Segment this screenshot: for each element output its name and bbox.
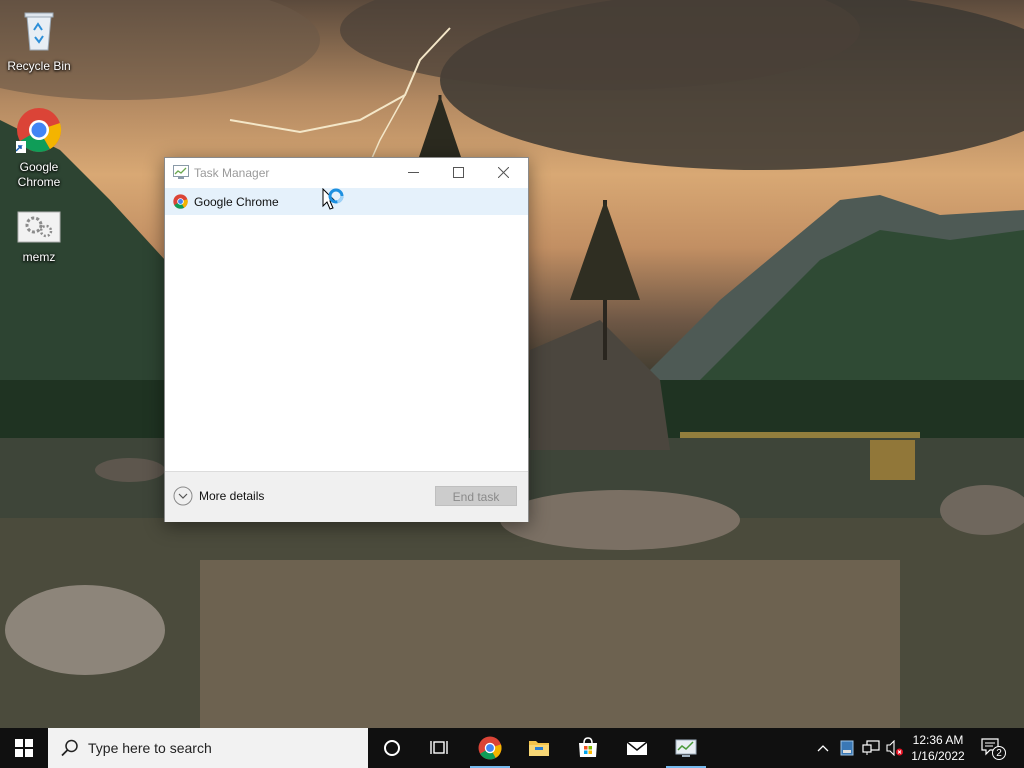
window-title: Task Manager xyxy=(194,166,270,180)
network-icon xyxy=(862,740,880,755)
desktop-icon-label: memz xyxy=(22,250,56,264)
chevron-up-icon xyxy=(817,745,829,752)
windows-logo-icon xyxy=(15,739,33,757)
network-button[interactable] xyxy=(860,728,882,768)
tray-app-icon xyxy=(840,740,854,756)
start-button[interactable] xyxy=(0,728,48,768)
store-icon xyxy=(579,737,597,757)
desktop-icon-label: Recycle Bin xyxy=(7,59,71,73)
task-view-icon xyxy=(430,741,448,754)
search-placeholder: Type here to search xyxy=(88,740,212,756)
desktop-icon-recycle-bin[interactable]: Recycle Bin xyxy=(1,8,77,74)
clock[interactable]: 12:36 AM 1/16/2022 xyxy=(904,732,972,764)
process-name: Google Chrome xyxy=(194,195,279,209)
maximize-button[interactable] xyxy=(436,158,481,186)
process-row[interactable]: Google Chrome xyxy=(165,188,528,215)
mail-button[interactable] xyxy=(613,728,661,768)
taskbar: Type here to search 12:36 AM 1/16/2022 2 xyxy=(0,728,1024,768)
close-button[interactable] xyxy=(481,158,526,186)
title-bar[interactable]: Task Manager xyxy=(165,158,528,186)
task-view-button[interactable] xyxy=(416,728,464,768)
desktop-icon-memz[interactable]: memz xyxy=(1,211,77,265)
tray-overflow-button[interactable] xyxy=(812,728,834,768)
volume-button[interactable] xyxy=(884,728,906,768)
tray-app-button[interactable] xyxy=(836,728,858,768)
footer-bar: More details End task xyxy=(165,471,528,522)
task-manager-icon xyxy=(675,739,697,757)
search-box[interactable]: Type here to search xyxy=(48,728,368,768)
taskbar-task-manager-button[interactable] xyxy=(662,728,710,768)
desktop-icon-google-chrome[interactable]: Google Chrome xyxy=(1,107,77,190)
chrome-icon xyxy=(173,194,188,212)
file-explorer-button[interactable] xyxy=(515,728,563,768)
chevron-down-icon xyxy=(173,486,193,506)
clock-time: 12:36 AM xyxy=(912,733,964,747)
recycle-bin-icon xyxy=(1,8,77,56)
cortana-button[interactable] xyxy=(368,728,416,768)
chrome-icon xyxy=(1,107,77,157)
task-manager-icon xyxy=(173,165,189,182)
end-task-button[interactable]: End task xyxy=(435,486,517,506)
mouse-cursor-busy-icon xyxy=(322,187,346,219)
file-explorer-icon xyxy=(529,741,549,756)
minimize-button[interactable] xyxy=(391,158,436,186)
clock-date: 1/16/2022 xyxy=(911,749,965,763)
minimize-icon xyxy=(408,172,419,173)
close-icon xyxy=(498,167,509,178)
mail-icon xyxy=(626,741,648,755)
taskbar-chrome-button[interactable] xyxy=(466,728,514,768)
notification-count-badge: 2 xyxy=(992,746,1006,760)
more-details-button[interactable]: More details xyxy=(173,486,264,506)
memz-icon xyxy=(1,211,77,247)
microsoft-store-button[interactable] xyxy=(564,728,612,768)
more-details-label: More details xyxy=(199,489,265,503)
desktop-icon-label-line2: Chrome xyxy=(17,175,61,189)
search-icon xyxy=(61,739,78,757)
volume-muted-icon xyxy=(886,740,903,756)
chrome-icon xyxy=(478,736,502,760)
desktop-icon-label-line1: Google xyxy=(19,160,59,174)
task-manager-window[interactable]: Task Manager Google Chrome More details … xyxy=(164,157,529,522)
cortana-icon xyxy=(384,740,400,756)
maximize-icon xyxy=(453,167,464,178)
